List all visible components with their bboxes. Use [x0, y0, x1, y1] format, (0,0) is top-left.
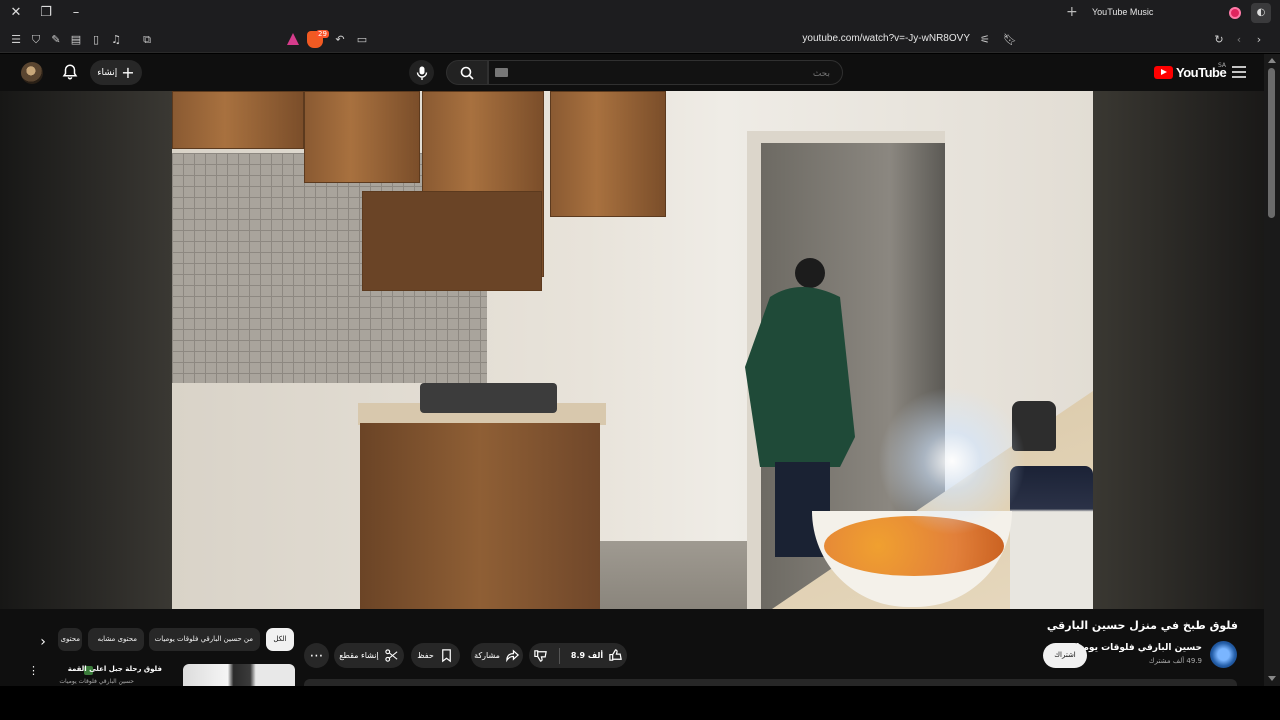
browser-tab-title[interactable]: YouTube Music	[1092, 7, 1153, 17]
recommendation-thumbnail[interactable]	[183, 664, 295, 686]
tabs-icon[interactable]: ▤	[68, 32, 84, 48]
browser-titlebar: ✕ ❐ – + YouTube Music ◐	[0, 0, 1280, 27]
recommendation-menu-icon[interactable]: ⋮	[28, 665, 39, 679]
base-cabinet	[360, 423, 600, 609]
like-dislike-group: 8.9 ألف	[529, 643, 627, 668]
clip-label: إنشاء مقطع	[339, 651, 379, 660]
scroll-down-icon[interactable]	[1268, 676, 1276, 681]
menu-icon[interactable]: ☰	[8, 32, 24, 48]
microphone-icon	[416, 66, 427, 80]
youtube-masthead: إنشاء + YouTube SA	[0, 54, 1264, 91]
restore-window-icon[interactable]: ❐	[36, 4, 56, 22]
upper-cabinet	[304, 91, 420, 183]
like-icon[interactable]	[608, 648, 623, 663]
subscribe-button[interactable]: اشتراك	[1043, 643, 1087, 668]
extensions-icon[interactable]: ✎	[48, 32, 64, 48]
hot-plate	[420, 383, 557, 413]
recommendation-title[interactable]: فلوق رحلة جبل اعلى القمة	[68, 665, 162, 673]
plus-icon: +	[121, 62, 135, 82]
forward-icon[interactable]: ›	[1251, 32, 1267, 48]
page-scrollbar[interactable]	[1264, 54, 1280, 686]
music-icon[interactable]: ♫	[108, 32, 124, 48]
upper-cabinet	[550, 91, 666, 217]
guide-menu-icon[interactable]	[1232, 66, 1246, 78]
scroll-thumb[interactable]	[1268, 68, 1275, 218]
rewards-triangle-icon[interactable]	[286, 32, 300, 46]
cast-icon[interactable]: ▭	[354, 32, 370, 48]
create-button[interactable]: إنشاء +	[90, 60, 142, 85]
new-tab-icon[interactable]: +	[1066, 4, 1078, 20]
chip-from-channel[interactable]: من حسين البارقي فلوقات يوميات	[149, 628, 260, 651]
chip-all[interactable]: الكل	[266, 628, 294, 651]
cabinet-side	[362, 191, 542, 291]
divider	[558, 647, 560, 664]
clip-button[interactable]: إنشاء مقطع	[334, 643, 404, 668]
like-count[interactable]: 8.9 ألف	[571, 651, 603, 660]
video-title: فلوق طبخ في منزل حسين البارقي	[1046, 619, 1238, 632]
screenshot-icon[interactable]: ⧉	[139, 32, 155, 48]
share-icon	[506, 649, 519, 663]
undo-icon[interactable]: ↶	[332, 32, 348, 48]
search-input[interactable]	[489, 62, 842, 86]
url-text[interactable]: youtube.com/watch?v=-Jy-wNR8OVY	[760, 33, 970, 44]
video-frame[interactable]	[172, 91, 1093, 609]
region-code: SA	[1218, 62, 1227, 69]
notifications-bell-icon[interactable]	[61, 63, 79, 81]
browser-menu-icon[interactable]: ◐	[1251, 3, 1271, 23]
account-avatar[interactable]	[21, 62, 43, 84]
create-label: إنشاء	[97, 67, 118, 78]
bookmark-icon	[441, 649, 451, 663]
site-settings-icon[interactable]: ⚟	[977, 32, 993, 48]
search-input-container	[488, 60, 843, 86]
voice-search-button[interactable]	[409, 60, 434, 85]
close-window-icon[interactable]: ✕	[6, 4, 26, 22]
recommendation-channel: حسين البارقي فلوقات يوميات	[59, 678, 134, 685]
back-icon[interactable]: ‹	[1231, 32, 1247, 48]
screen-bottom-area	[0, 686, 1280, 720]
scroll-up-icon[interactable]	[1268, 58, 1276, 63]
save-button[interactable]: حفظ	[411, 643, 460, 668]
reload-icon[interactable]: ↻	[1211, 32, 1227, 48]
search-button[interactable]	[446, 60, 488, 85]
watch-metadata: فلوق طبخ في منزل حسين البارقي حسين البار…	[0, 609, 1264, 686]
ambient-right	[1093, 91, 1264, 609]
channel-avatar[interactable]	[1210, 641, 1237, 668]
video-player[interactable]	[0, 91, 1264, 609]
chip-related[interactable]: محتوى مشابه	[88, 628, 144, 651]
channel-name[interactable]: حسين البارقي فلوقات يوميات	[1067, 643, 1202, 653]
address-bar-row: ☰ ⛉ ✎ ▤ ▯ ♫ ⧉ 29 ↶ ▭ youtube.com/watch?v…	[0, 27, 1280, 53]
minimize-window-icon[interactable]: –	[66, 4, 86, 22]
dislike-icon[interactable]	[533, 648, 548, 663]
save-label: حفظ	[417, 651, 434, 660]
youtube-play-icon	[1154, 66, 1173, 79]
comments-section[interactable]	[304, 679, 1237, 686]
shields-count-badge: 29	[316, 30, 329, 38]
sidebar-icon[interactable]: ▯	[88, 32, 104, 48]
more-actions-icon[interactable]: ⋯	[304, 643, 329, 668]
subscriber-count: 49.9 ألف مشترك	[1148, 657, 1202, 665]
shield-icon[interactable]: ⛉	[28, 32, 44, 48]
search-icon	[460, 66, 474, 80]
chips-next-icon[interactable]: ›	[33, 632, 53, 652]
keyboard-icon[interactable]	[495, 68, 508, 77]
youtube-logo[interactable]: YouTube	[1154, 65, 1227, 80]
share-button[interactable]: مشاركة	[471, 643, 523, 668]
light-flare	[872, 381, 1032, 541]
bookmark-icon[interactable]: 🔖︎	[1002, 32, 1018, 48]
share-label: مشاركة	[474, 651, 500, 660]
upper-cabinet	[172, 91, 304, 149]
scissors-icon	[385, 649, 398, 662]
ambient-left	[0, 91, 172, 609]
chip-more[interactable]: محتوى	[58, 628, 82, 651]
recording-indicator-icon	[1229, 7, 1241, 19]
